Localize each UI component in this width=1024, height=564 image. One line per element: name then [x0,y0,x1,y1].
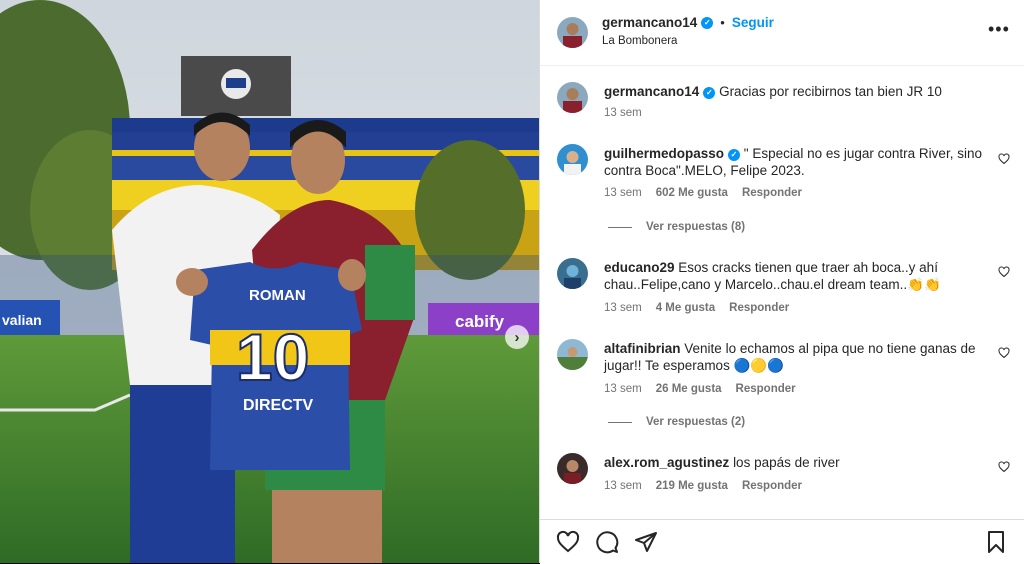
comment-meta: 13 sem 602 Me gusta Responder [604,187,816,199]
comment-time[interactable]: 13 sem [604,480,642,492]
comment-meta: 13 sem 26 Me gusta Responder [604,383,810,395]
author-username[interactable]: germancano14 [602,15,697,30]
replies-divider [608,226,632,228]
like-comment-heart-icon[interactable] [998,153,1010,165]
save-icon[interactable] [984,530,1008,554]
view-replies-label: Ver respuestas (8) [646,221,746,233]
avatar-image [557,339,588,370]
author-avatar[interactable] [557,17,588,48]
comment-username[interactable]: alex.rom_agustinez [604,455,729,470]
comment-likes[interactable]: 219 Me gusta [656,480,728,492]
comment-avatar[interactable] [557,144,588,175]
reply-button[interactable]: Responder [742,480,802,492]
post-location[interactable]: La Bombonera [602,35,677,47]
jersey-sponsor: DIRECTV [243,397,314,414]
avatar-image [557,144,588,175]
like-icon[interactable] [556,530,580,554]
comment-avatar[interactable] [557,453,588,484]
comment-meta: 13 sem 219 Me gusta Responder [604,480,816,492]
reply-button[interactable]: Responder [729,302,789,314]
ad-board-right-text: cabify [455,312,505,331]
caption-text: Gracias por recibirnos tan bien JR 10 [719,84,942,99]
avatar-image [557,82,588,113]
comment-likes[interactable]: 26 Me gusta [656,383,722,395]
comment: alex.rom_agustinez los papás de river [604,454,984,471]
caption-avatar[interactable] [557,82,588,113]
comment-time[interactable]: 13 sem [604,383,642,395]
verified-badge-icon: ✓ [701,16,714,29]
comment: guilhermedopasso ✓ " Especial no es jugar… [604,145,984,179]
verified-badge-icon: ✓ [728,149,741,161]
more-options-icon[interactable]: ••• [988,20,1010,38]
avatar-image [557,258,588,289]
separator-dot: • [720,15,725,30]
avatar-image [557,453,588,484]
comment-likes[interactable]: 602 Me gusta [656,187,728,199]
comment-avatar[interactable] [557,258,588,289]
like-comment-heart-icon[interactable] [998,266,1010,278]
comment-avatar[interactable] [557,339,588,370]
comment-username[interactable]: altafinibrian [604,341,681,356]
avatar-image [557,17,588,48]
comments-panel: germancano14 ✓ • Seguir La Bombonera •••… [539,0,1024,564]
photo-illustration: valian cabify ROMAN 10 DIRECTV [0,0,539,563]
comment-meta: 13 sem 4 Me gusta Responder [604,302,803,314]
replies-divider [608,421,632,423]
reply-button[interactable]: Responder [736,383,796,395]
reply-button[interactable]: Responder [742,187,802,199]
caption-meta: 13 sem [604,107,656,119]
follow-button[interactable]: Seguir [732,15,774,30]
view-replies-button[interactable]: Ver respuestas (2) [608,416,745,428]
view-replies-button[interactable]: Ver respuestas (8) [608,221,745,233]
share-icon[interactable] [634,530,658,554]
post-modal: valian cabify ROMAN 10 DIRECTV › germanc… [0,0,1024,564]
jersey-name: ROMAN [249,287,306,304]
comment-username[interactable]: guilhermedopasso [604,146,724,161]
comment-icon[interactable] [595,530,619,554]
comment: educano29 Esos cracks tienen que traer a… [604,259,984,293]
comment-time[interactable]: 13 sem [604,187,642,199]
caption: germancano14 ✓ Gracias por recibirnos tan… [604,83,994,100]
caption-username[interactable]: germancano14 [604,84,699,99]
comment-text: los papás de river [733,455,840,470]
caption-time[interactable]: 13 sem [604,107,642,119]
comment-time[interactable]: 13 sem [604,302,642,314]
post-photo[interactable]: valian cabify ROMAN 10 DIRECTV › [0,0,539,563]
comment-likes[interactable]: 4 Me gusta [656,302,715,314]
verified-badge-icon: ✓ [703,87,716,99]
post-header: germancano14 ✓ • Seguir La Bombonera ••• [540,0,1024,66]
like-comment-heart-icon[interactable] [998,347,1010,359]
view-replies-label: Ver respuestas (2) [646,416,746,428]
comment-username[interactable]: educano29 [604,260,675,275]
jersey-number: 10 [236,320,309,394]
comment: altafinibrian Venite lo echamos al pipa … [604,340,984,374]
action-bar [540,519,1024,564]
next-image-button[interactable]: › [505,325,529,349]
like-comment-heart-icon[interactable] [998,461,1010,473]
ad-board-left-text: valian [2,312,42,328]
